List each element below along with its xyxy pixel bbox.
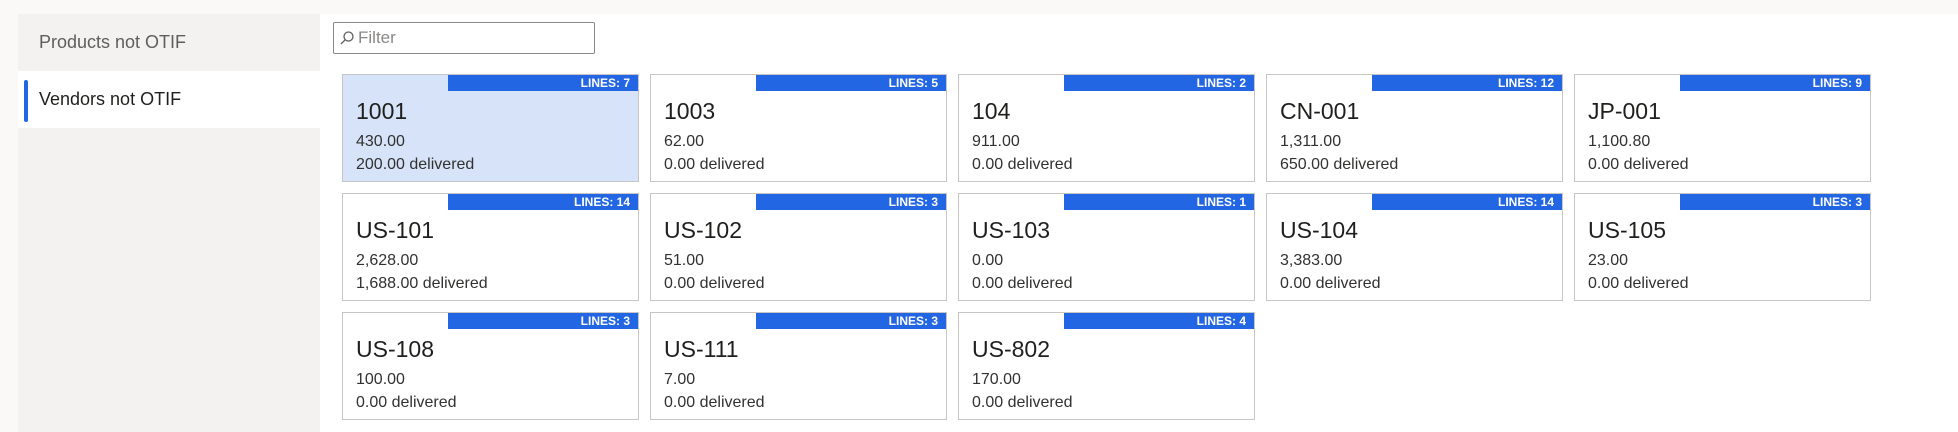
delivered-value: 650.00 delivered [1280, 156, 1399, 173]
delivered-value: 0.00 delivered [1280, 275, 1381, 292]
delivered-value: 0.00 delivered [664, 394, 765, 411]
lines-badge: LINES: 9 [1680, 75, 1870, 91]
vendor-id: US-104 [1280, 217, 1358, 243]
amount-value: 100.00 [356, 371, 405, 388]
vendor-tile[interactable]: LINES: 2 104 911.00 0.00 delivered [958, 74, 1255, 182]
filter-box[interactable] [333, 22, 595, 54]
vendor-id: US-111 [664, 336, 739, 362]
amount-value: 170.00 [972, 371, 1021, 388]
amount-value: 911.00 [972, 133, 1020, 150]
lines-badge: LINES: 14 [1372, 194, 1562, 210]
delivered-value: 0.00 delivered [356, 394, 457, 411]
sidebar-item-label: Vendors not OTIF [39, 89, 182, 109]
sidebar-item-label: Products not OTIF [39, 32, 187, 52]
lines-badge: LINES: 7 [448, 75, 638, 91]
vendor-tile[interactable]: LINES: 7 1001 430.00 200.00 delivered [342, 74, 639, 182]
vendor-id: US-101 [356, 217, 434, 243]
sidebar-item-vendors-not-otif[interactable]: Vendors not OTIF [18, 71, 320, 128]
vendor-id: US-102 [664, 217, 742, 243]
vendor-tile[interactable]: LINES: 14 US-104 3,383.00 0.00 delivered [1266, 193, 1563, 301]
amount-value: 430.00 [356, 133, 405, 150]
vendor-id: 1003 [664, 98, 716, 124]
search-icon [340, 31, 354, 45]
filter-input[interactable] [358, 28, 578, 48]
amount-value: 23.00 [1588, 252, 1629, 269]
main-panel: LINES: 71001430.00200.00 deliveredLINES:… [320, 14, 1958, 432]
lines-badge: LINES: 3 [1680, 194, 1870, 210]
amount-value: 51.00 [664, 252, 705, 269]
lines-badge: LINES: 5 [756, 75, 946, 91]
vendor-tile[interactable]: LINES: 3 US-102 51.00 0.00 delivered [650, 193, 947, 301]
vendor-tile[interactable]: LINES: 4 US-802 170.00 0.00 delivered [958, 312, 1255, 420]
vendor-id: US-105 [1588, 217, 1666, 243]
delivered-value: 0.00 delivered [972, 394, 1073, 411]
sidebar-item-products-not-otif[interactable]: Products not OTIF [18, 14, 320, 71]
lines-badge: LINES: 3 [756, 194, 946, 210]
vendor-tile[interactable]: LINES: 14 US-101 2,628.00 1,688.00 delivere… [342, 193, 639, 301]
lines-badge: LINES: 3 [448, 313, 638, 329]
delivered-value: 0.00 delivered [1588, 156, 1689, 173]
amount-value: 1,100.80 [1588, 133, 1651, 150]
vendor-tile[interactable]: LINES: 3 US-105 23.00 0.00 delivered [1574, 193, 1871, 301]
amount-value: 1,311.00 [1280, 133, 1342, 150]
lines-badge: LINES: 4 [1064, 313, 1254, 329]
amount-value: 0.00 [972, 252, 1004, 269]
vendor-tile[interactable]: LINES: 9 JP-001 1,100.80 0.00 delivered [1574, 74, 1871, 182]
vendor-tile[interactable]: LINES: 12 CN-001 1,311.00 650.00 delivered [1266, 74, 1563, 182]
vendor-id: US-103 [972, 217, 1050, 243]
vendor-id: US-802 [972, 336, 1050, 362]
delivered-value: 1,688.00 delivered [356, 275, 488, 292]
delivered-value: 0.00 delivered [664, 156, 765, 173]
vendor-tile[interactable]: LINES: 1 US-103 0.00 0.00 delivered [958, 193, 1255, 301]
lines-badge: LINES: 14 [448, 194, 638, 210]
vendor-tile[interactable]: LINES: 3 US-108 100.00 0.00 delivered [342, 312, 639, 420]
vendor-tile[interactable]: LINES: 3 US-111 7.00 0.00 delivered [650, 312, 947, 420]
delivered-value: 0.00 delivered [972, 275, 1073, 292]
vendor-tile[interactable]: LINES: 5 1003 62.00 0.00 delivered [650, 74, 947, 182]
lines-badge: LINES: 1 [1064, 194, 1254, 210]
vendor-id: 104 [972, 98, 1011, 124]
delivered-value: 0.00 delivered [972, 156, 1073, 173]
vendor-id: 1001 [356, 98, 408, 124]
delivered-value: 200.00 delivered [356, 156, 475, 173]
sidebar: Products not OTIF Vendors not OTIF [18, 14, 320, 432]
vendor-id: US-108 [356, 336, 434, 362]
vendor-id: JP-001 [1588, 98, 1661, 124]
amount-value: 3,383.00 [1280, 252, 1343, 269]
lines-badge: LINES: 12 [1372, 75, 1562, 91]
amount-value: 7.00 [664, 371, 696, 388]
delivered-value: 0.00 delivered [664, 275, 765, 292]
lines-badge: LINES: 3 [756, 313, 946, 329]
vendor-id: CN-001 [1280, 98, 1360, 124]
amount-value: 62.00 [664, 133, 705, 150]
workspace: Products not OTIF Vendors not OTIF LINES… [0, 0, 1958, 432]
delivered-value: 0.00 delivered [1588, 275, 1689, 292]
vendor-tile-grid: LINES: 7 1001 430.00 200.00 delivered LINES:… [342, 74, 1871, 420]
amount-value: 2,628.00 [356, 252, 419, 269]
lines-badge: LINES: 2 [1064, 75, 1254, 91]
